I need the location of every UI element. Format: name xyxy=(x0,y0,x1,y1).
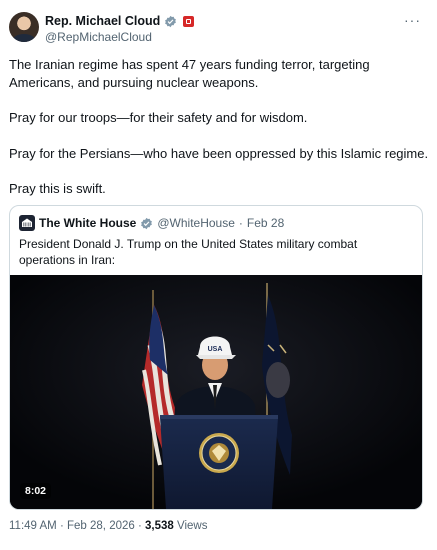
meta-separator: · xyxy=(137,520,142,532)
video-frame: USA xyxy=(10,275,422,509)
quoted-separator: · xyxy=(238,216,243,230)
verified-badge-icon xyxy=(165,15,177,27)
quoted-tweet[interactable]: The White House @WhiteHouse · Feb 28 Pre… xyxy=(9,205,423,510)
quoted-tweet-text: President Donald J. Trump on the United … xyxy=(19,237,358,267)
avatar[interactable] xyxy=(9,12,39,42)
post-time[interactable]: 11:49 AM xyxy=(9,520,57,532)
post-date[interactable]: Feb 28, 2026 xyxy=(67,520,135,532)
author-row: Rep. Michael Cloud xyxy=(45,13,195,29)
tweet: Rep. Michael Cloud @RepMichaelCloud ··· … xyxy=(0,0,437,550)
meta-separator: · xyxy=(59,520,64,532)
views-label: Views xyxy=(177,520,208,532)
video-duration: 8:02 xyxy=(20,483,52,499)
post-paragraph-4: Pray this is swift. xyxy=(9,181,106,196)
hat-text: USA xyxy=(208,346,223,353)
video-player[interactable]: USA 8:02 xyxy=(10,275,422,509)
post-paragraph-3: Pray for the Persians—who have been oppr… xyxy=(9,146,429,161)
author-name[interactable]: Rep. Michael Cloud xyxy=(45,14,160,28)
quoted-author-handle[interactable]: @WhiteHouse xyxy=(157,216,235,230)
more-options-icon[interactable]: ··· xyxy=(404,12,421,28)
podium xyxy=(160,415,278,509)
verified-badge-icon xyxy=(141,217,153,229)
government-badge-icon xyxy=(183,15,195,27)
author-handle[interactable]: @RepMichaelCloud xyxy=(45,30,152,44)
tweet-metadata: 11:49 AM · Feb 28, 2026 · 3,538 Views xyxy=(9,520,207,532)
quoted-tweet-header: The White House @WhiteHouse · Feb 28 xyxy=(19,215,284,231)
quoted-author-name[interactable]: The White House xyxy=(39,216,136,230)
post-paragraph-1: The Iranian regime has spent 47 years fu… xyxy=(9,57,370,90)
post-paragraph-2: Pray for our troops—for their safety and… xyxy=(9,110,308,125)
views-count: 3,538 xyxy=(145,520,174,532)
quoted-date[interactable]: Feb 28 xyxy=(247,216,284,230)
white-house-logo-icon xyxy=(19,215,35,231)
